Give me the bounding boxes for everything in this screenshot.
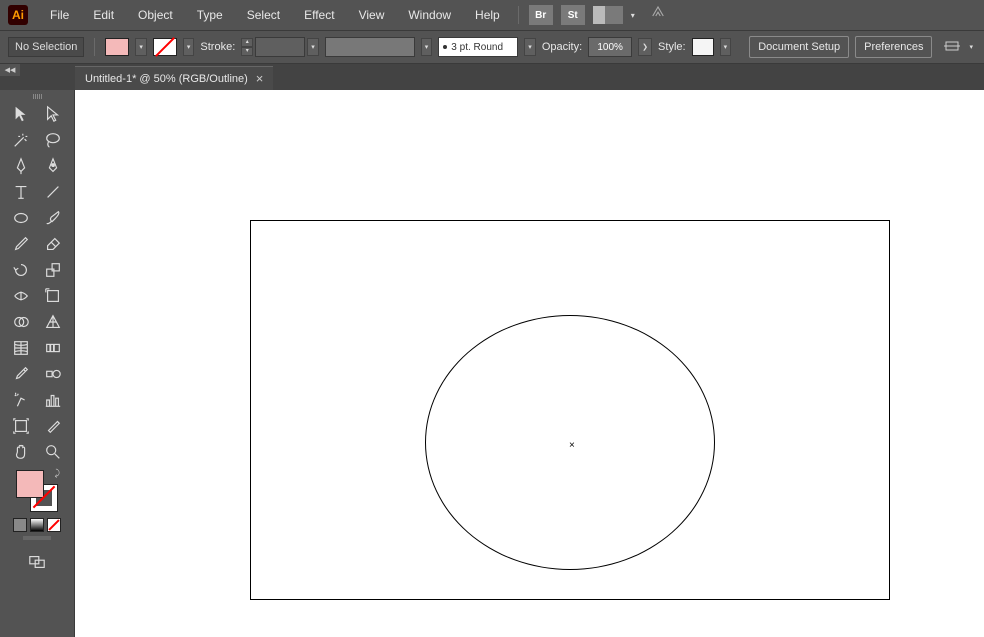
canvas[interactable]: × xyxy=(75,90,984,637)
pencil-tool[interactable] xyxy=(6,232,36,256)
artboard-center-mark: × xyxy=(569,440,575,451)
swap-fill-stroke-icon[interactable]: ⤸ xyxy=(55,468,60,479)
dot-icon xyxy=(443,45,447,49)
stroke-weight-field[interactable]: ▴▾ ▾ xyxy=(241,37,319,57)
style-dropdown[interactable]: ▾ xyxy=(720,38,732,56)
profile-dropdown[interactable]: ▾ xyxy=(524,38,536,56)
slice-tool[interactable] xyxy=(38,414,68,438)
pen-tool[interactable] xyxy=(6,154,36,178)
opacity-label: Opacity: xyxy=(542,41,582,53)
control-bar: No Selection ▾ ▾ Stroke: ▴▾ ▾ ▾ 3 pt. Ro… xyxy=(0,30,984,64)
zoom-tool[interactable] xyxy=(38,440,68,464)
stock-button[interactable]: St xyxy=(561,5,585,25)
separator xyxy=(94,38,95,56)
line-segment-tool[interactable] xyxy=(38,180,68,204)
tools-panel: ⤸ xyxy=(0,90,75,637)
fill-dropdown[interactable]: ▾ xyxy=(135,38,147,56)
magic-wand-tool[interactable] xyxy=(6,128,36,152)
fill-stroke-indicator[interactable]: ⤸ xyxy=(16,470,58,512)
width-tool[interactable] xyxy=(6,284,36,308)
main-menubar: Ai File Edit Object Type Select Effect V… xyxy=(0,0,984,30)
align-dropdown[interactable]: ▾ xyxy=(966,38,976,56)
blend-tool[interactable] xyxy=(38,362,68,386)
menu-object[interactable]: Object xyxy=(128,4,183,26)
opacity-input[interactable]: 100% xyxy=(588,37,632,57)
menu-effect[interactable]: Effect xyxy=(294,4,344,26)
direct-selection-tool[interactable] xyxy=(38,102,68,126)
gradient-tool[interactable] xyxy=(38,336,68,360)
search-adobe-icon[interactable] xyxy=(649,5,667,26)
document-tab[interactable]: Untitled-1* @ 50% (RGB/Outline) × xyxy=(75,66,273,90)
stroke-weight-dropdown[interactable]: ▾ xyxy=(307,38,319,56)
document-setup-button[interactable]: Document Setup xyxy=(749,36,849,58)
stroke-stepper[interactable]: ▴▾ xyxy=(241,38,253,56)
document-tab-title: Untitled-1* @ 50% (RGB/Outline) xyxy=(85,73,248,85)
stroke-label: Stroke: xyxy=(200,41,235,53)
menu-window[interactable]: Window xyxy=(398,4,461,26)
brush-definition-field[interactable] xyxy=(325,37,415,57)
free-transform-tool[interactable] xyxy=(38,284,68,308)
opacity-dropdown[interactable]: ❯ xyxy=(638,38,652,56)
menu-select[interactable]: Select xyxy=(237,4,290,26)
menu-edit[interactable]: Edit xyxy=(83,4,124,26)
menu-file[interactable]: File xyxy=(40,4,79,26)
mesh-tool[interactable] xyxy=(6,336,36,360)
bridge-button[interactable]: Br xyxy=(529,5,553,25)
close-tab-icon[interactable]: × xyxy=(256,71,264,86)
rotate-tool[interactable] xyxy=(6,258,36,282)
color-mode-gradient[interactable] xyxy=(30,518,44,532)
workspace-switcher[interactable] xyxy=(593,6,623,24)
eyedropper-tool[interactable] xyxy=(6,362,36,386)
fill-box[interactable] xyxy=(16,470,44,498)
screen-mode-button[interactable] xyxy=(22,550,52,574)
selection-status: No Selection xyxy=(8,37,84,57)
symbol-sprayer-tool[interactable] xyxy=(6,388,36,412)
selection-tool[interactable] xyxy=(6,102,36,126)
fill-color-swatch[interactable] xyxy=(105,38,129,56)
chevron-down-icon[interactable]: ▾ xyxy=(631,11,635,20)
column-graph-tool[interactable] xyxy=(38,388,68,412)
lasso-tool[interactable] xyxy=(38,128,68,152)
eraser-tool[interactable] xyxy=(38,232,68,256)
preferences-button[interactable]: Preferences xyxy=(855,36,932,58)
separator xyxy=(518,6,519,24)
brush-dropdown[interactable]: ▾ xyxy=(421,38,433,56)
panel-collapse-handle[interactable]: ◀◀ xyxy=(0,64,20,76)
style-label: Style: xyxy=(658,41,686,53)
color-mode-none[interactable] xyxy=(47,518,61,532)
stroke-dropdown[interactable]: ▾ xyxy=(183,38,195,56)
perspective-grid-tool[interactable] xyxy=(38,310,68,334)
type-tool[interactable] xyxy=(6,180,36,204)
paintbrush-tool[interactable] xyxy=(38,206,68,230)
shape-builder-tool[interactable] xyxy=(6,310,36,334)
scale-tool[interactable] xyxy=(38,258,68,282)
main-area: ⤸ × xyxy=(0,90,984,637)
color-controls: ⤸ xyxy=(13,470,61,574)
menu-view[interactable]: View xyxy=(349,4,395,26)
align-to-icon[interactable] xyxy=(944,38,960,57)
stroke-weight-input[interactable] xyxy=(255,37,305,57)
menu-type[interactable]: Type xyxy=(187,4,233,26)
app-logo-icon: Ai xyxy=(8,5,28,25)
variable-width-profile[interactable]: 3 pt. Round xyxy=(438,37,518,57)
curvature-tool[interactable] xyxy=(38,154,68,178)
menu-help[interactable]: Help xyxy=(465,4,510,26)
ellipse-tool[interactable] xyxy=(6,206,36,230)
stroke-color-swatch[interactable] xyxy=(153,38,177,56)
graphic-style-swatch[interactable] xyxy=(692,38,714,56)
profile-label: 3 pt. Round xyxy=(451,42,503,53)
panel-grip[interactable] xyxy=(22,94,52,99)
draw-mode-divider xyxy=(23,536,51,540)
document-tabbar: Untitled-1* @ 50% (RGB/Outline) × xyxy=(0,64,984,90)
hand-tool[interactable] xyxy=(6,440,36,464)
color-mode-solid[interactable] xyxy=(13,518,27,532)
artboard-tool[interactable] xyxy=(6,414,36,438)
